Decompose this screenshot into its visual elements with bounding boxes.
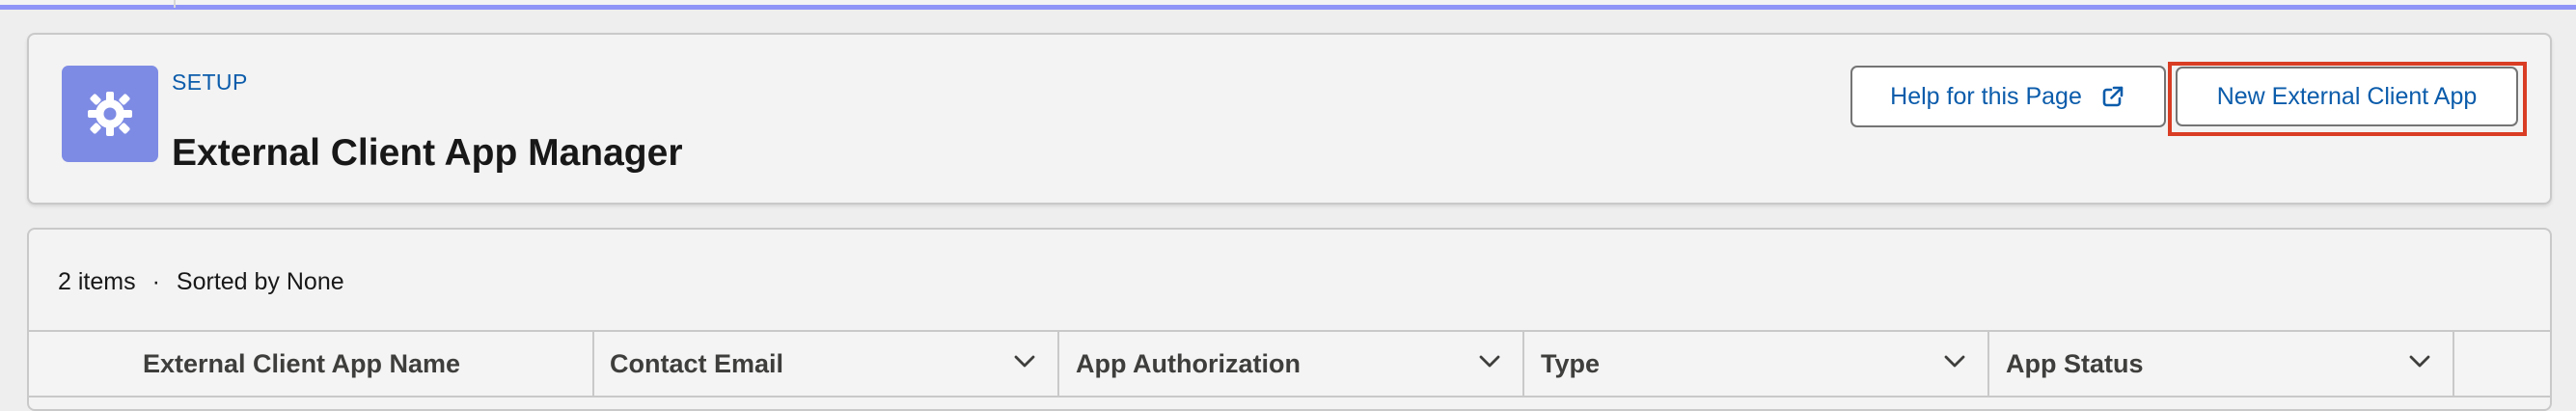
setup-eyebrow: SETUP <box>172 69 248 95</box>
table-header: External Client App Name Contact Email A… <box>29 330 2550 397</box>
page-header: SETUP External Client App Manager Help f… <box>27 33 2552 205</box>
chevron-down-icon[interactable] <box>1014 355 1035 369</box>
column-header-external-client-app-name[interactable]: External Client App Name <box>29 332 594 396</box>
external-link-icon <box>2102 86 2124 107</box>
page-title: External Client App Manager <box>172 132 683 175</box>
gear-icon <box>88 92 132 136</box>
setup-icon-tile <box>62 66 158 162</box>
sort-status: Sorted by None <box>176 268 344 295</box>
item-count: 2 items <box>58 268 136 295</box>
help-for-page-label: Help for this Page <box>1890 82 2082 110</box>
column-label-type: Type <box>1541 348 1601 378</box>
column-header-type[interactable]: Type <box>1524 332 1989 396</box>
summary-separator: · <box>151 268 160 295</box>
column-header-actions-spacer <box>2454 332 2550 396</box>
list-summary: 2 items · Sorted by None <box>58 268 344 296</box>
chevron-down-icon[interactable] <box>1479 355 1500 369</box>
chevron-down-icon[interactable] <box>2409 355 2430 369</box>
column-header-contact-email[interactable]: Contact Email <box>594 332 1059 396</box>
column-label-external-client-app-name: External Client App Name <box>143 348 461 378</box>
column-header-app-authorization[interactable]: App Authorization <box>1059 332 1524 396</box>
top-tab-divider <box>174 0 176 8</box>
help-for-page-button[interactable]: Help for this Page <box>1850 66 2166 127</box>
column-label-app-authorization: App Authorization <box>1076 348 1301 378</box>
new-external-client-app-button[interactable]: New External Client App <box>2176 67 2518 126</box>
column-label-contact-email: Contact Email <box>610 348 784 378</box>
column-label-app-status: App Status <box>2006 348 2144 378</box>
new-external-client-app-label: New External Client App <box>2216 82 2478 110</box>
top-navigation-strip <box>0 0 2576 10</box>
column-header-app-status[interactable]: App Status <box>1989 332 2454 396</box>
external-client-app-list: 2 items · Sorted by None External Client… <box>27 228 2552 411</box>
chevron-down-icon[interactable] <box>1944 355 1965 369</box>
